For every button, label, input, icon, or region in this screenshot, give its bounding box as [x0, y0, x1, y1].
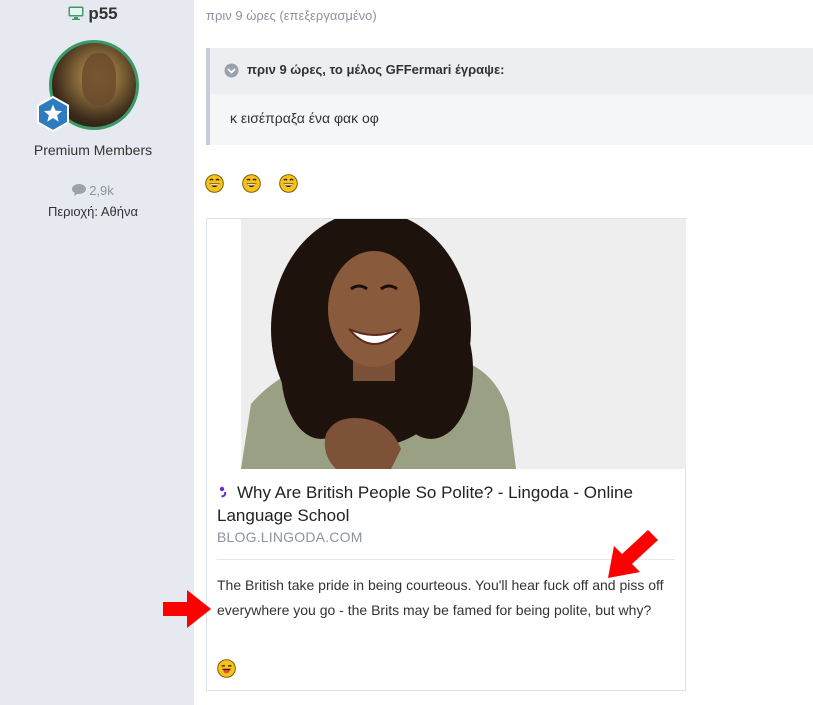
red-arrow-right-icon — [163, 590, 211, 628]
link-domain: BLOG.LINGODA.COM — [217, 529, 363, 545]
laughing-smiley-icon — [242, 174, 261, 193]
link-title[interactable]: Why Are British People So Polite? - Ling… — [217, 481, 667, 527]
message-count: 2,9k — [0, 183, 186, 198]
smiling-woman-photo — [241, 219, 686, 469]
comment-icon — [72, 184, 87, 196]
message-count-value: 2,9k — [89, 183, 114, 198]
quote-block: πριν 9 ώρες, το μέλος GFFermari έγραψε: … — [206, 48, 813, 145]
username-row: p55 — [0, 4, 186, 24]
monitor-icon — [68, 6, 84, 20]
laughing-smiley-icon — [205, 174, 224, 193]
link-description: The British take pride in being courteou… — [217, 577, 664, 618]
member-title: Premium Members — [33, 142, 153, 158]
quote-text: κ εισέπραξα ένα φακ οφ — [230, 110, 379, 126]
avatar[interactable] — [37, 40, 139, 132]
chevron-down-icon[interactable] — [224, 63, 239, 78]
link-title-text[interactable]: Why Are British People So Polite? - Ling… — [217, 483, 633, 525]
lingoda-favicon-icon — [219, 486, 227, 498]
link-preview-card[interactable]: Why Are British People So Polite? - Ling… — [206, 218, 686, 691]
laughing-smiley-icon — [279, 174, 298, 193]
username-link[interactable]: p55 — [88, 4, 117, 23]
post-timestamp[interactable]: πριν 9 ώρες (επεξεργασμένο) — [206, 8, 377, 23]
tongue-smiley-icon — [217, 659, 236, 678]
quote-attribution[interactable]: πριν 9 ώρες, το μέλος GFFermari έγραψε: — [247, 62, 504, 77]
user-location: Περιοχή: Αθήνα — [47, 204, 139, 219]
star-badge-icon — [37, 96, 69, 132]
link-preview-image[interactable] — [241, 219, 686, 469]
quote-header[interactable]: πριν 9 ώρες, το μέλος GFFermari έγραψε: — [210, 48, 813, 94]
red-arrow-down-left-icon — [608, 530, 658, 578]
